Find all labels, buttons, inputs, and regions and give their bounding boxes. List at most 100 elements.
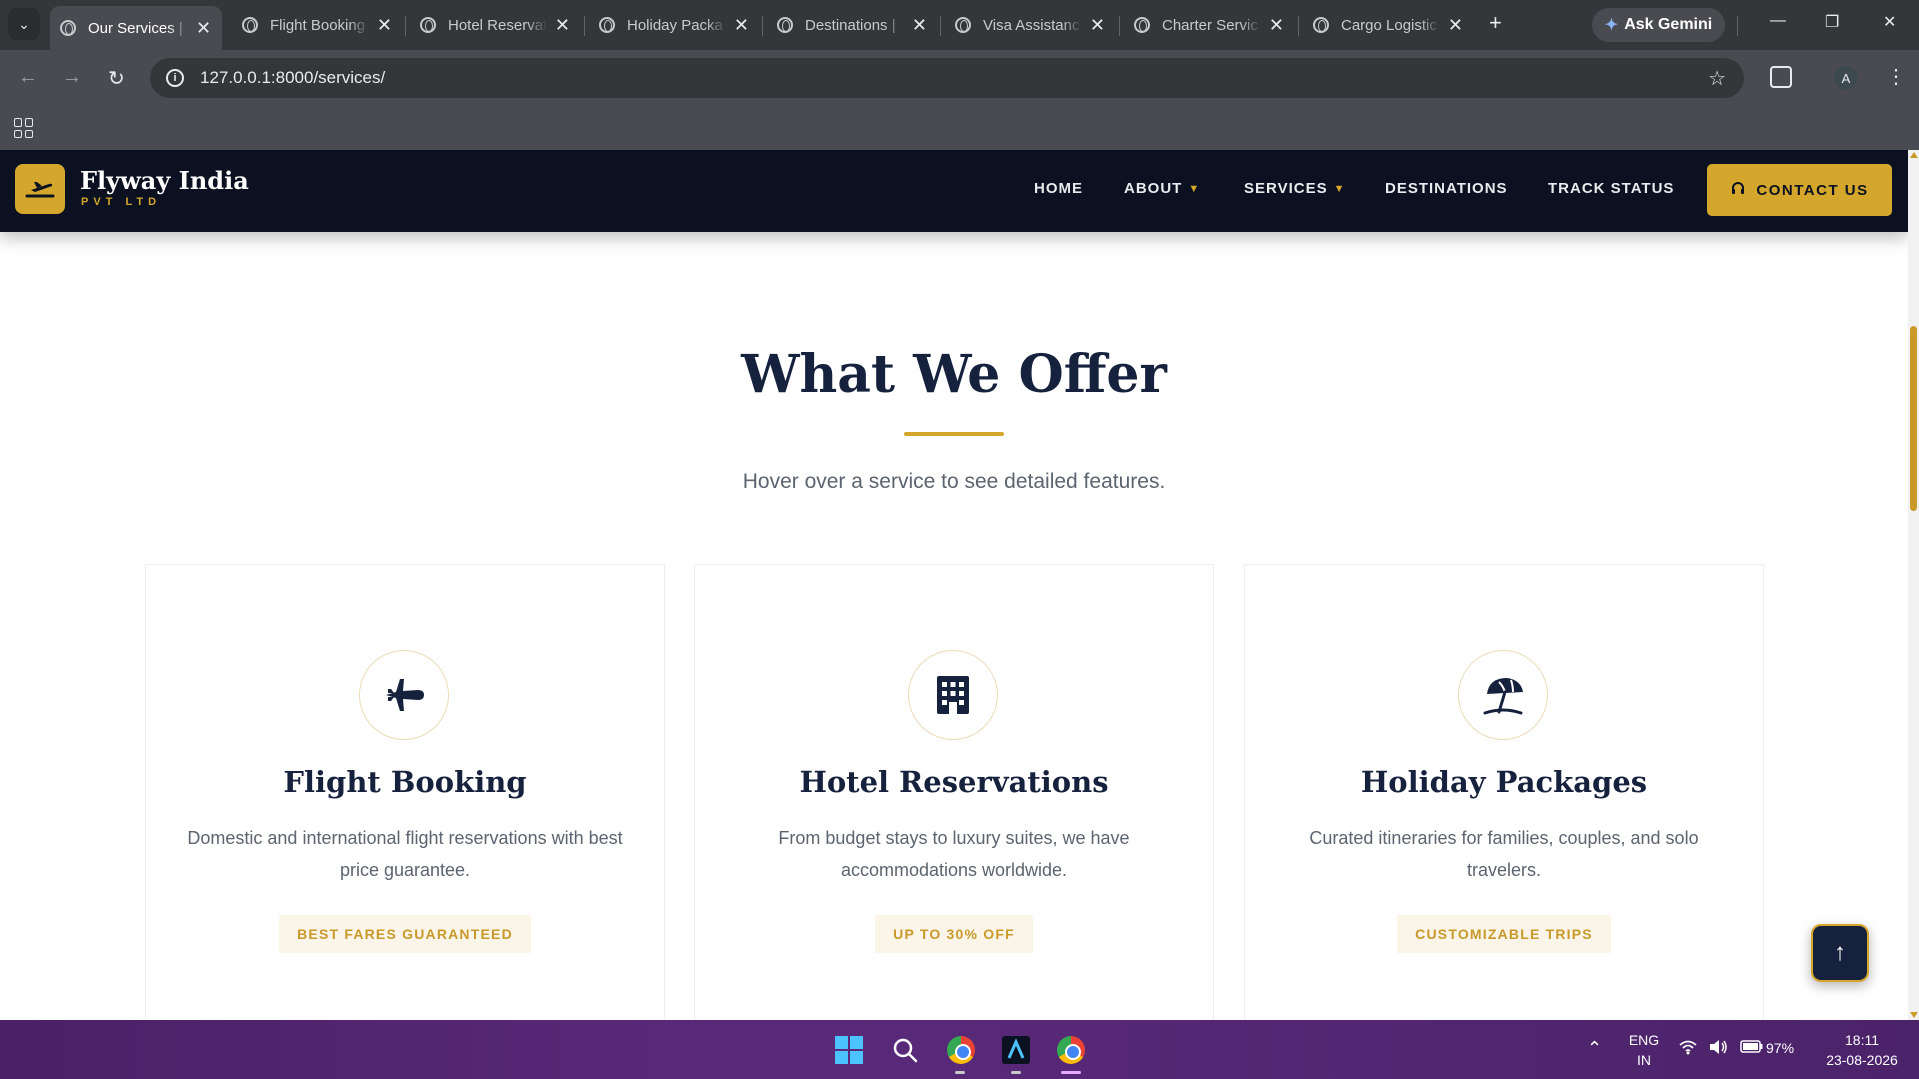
hotel-building-icon: [908, 650, 998, 740]
nav-home-label: HOME: [1034, 180, 1083, 197]
extensions-puzzle-icon[interactable]: [1770, 66, 1792, 88]
back-arrow-icon[interactable]: ←: [18, 66, 38, 89]
taskbar: ⌃ ENG IN 97% 18:11 23-08-2026: [0, 1020, 1919, 1079]
tab-flight-booking[interactable]: Flight Booking ✕: [232, 8, 402, 42]
plane-logo-icon[interactable]: [15, 164, 65, 214]
site-header: Flyway India PVT LTD HOME ABOUT ▼ SERVICE…: [0, 150, 1908, 232]
chrome-icon[interactable]: [1055, 1034, 1087, 1066]
tab-visa-assistance[interactable]: Visa Assistanc ✕: [945, 8, 1115, 42]
service-card-hotel[interactable]: Hotel Reservations From budget stays to …: [694, 564, 1214, 1020]
nav-services[interactable]: SERVICES ▼: [1244, 180, 1345, 197]
tab-title: Charter Servic: [1162, 16, 1258, 34]
address-bar[interactable]: i 127.0.0.1:8000/services/ ☆: [150, 58, 1744, 98]
search-icon[interactable]: [889, 1034, 921, 1066]
battery-icon[interactable]: [1740, 1038, 1764, 1057]
chevron-up-icon[interactable]: ⌃: [1587, 1038, 1602, 1059]
nav-track-status[interactable]: TRACK STATUS: [1548, 180, 1674, 197]
page-viewport: Flyway India PVT LTD HOME ABOUT ▼ SERVICE…: [0, 150, 1919, 1020]
tab-hotel-reservations[interactable]: Hotel Reservat ✕: [410, 8, 580, 42]
close-icon[interactable]: ✕: [196, 18, 211, 39]
close-icon[interactable]: ✕: [1269, 15, 1284, 36]
brand-name[interactable]: Flyway India: [80, 166, 249, 195]
globe-icon: [1313, 17, 1329, 33]
contact-us-button[interactable]: CONTACT US: [1707, 164, 1892, 216]
toolbar-divider: [1737, 16, 1738, 36]
window-close-icon[interactable]: ✕: [1883, 12, 1896, 32]
running-indicator: [955, 1071, 965, 1074]
tab-divider: [940, 16, 941, 36]
globe-icon: [60, 20, 76, 36]
tab-search-button[interactable]: ⌄: [8, 8, 40, 40]
chrome-profile-icon[interactable]: [945, 1034, 977, 1066]
tab-destinations[interactable]: Destinations | ✕: [767, 8, 937, 42]
tab-title: Holiday Packa: [627, 16, 723, 34]
arrow-up-icon: ↑: [1834, 939, 1846, 966]
close-icon[interactable]: ✕: [734, 15, 749, 36]
tab-title: Our Services |: [88, 19, 183, 37]
tab-holiday-packages[interactable]: Holiday Packa ✕: [589, 8, 759, 42]
profile-avatar[interactable]: A: [1834, 66, 1858, 90]
bookmark-star-icon[interactable]: ☆: [1708, 66, 1726, 91]
scroll-to-top-button[interactable]: ↑: [1811, 924, 1869, 982]
chevron-down-icon: ⌄: [18, 15, 30, 32]
windows-start-icon[interactable]: [833, 1034, 865, 1066]
card-description: From budget stays to luxury suites, we h…: [778, 828, 1130, 880]
tab-charter-services[interactable]: Charter Servic ✕: [1124, 8, 1294, 42]
card-description: Domestic and international flight reserv…: [187, 828, 623, 880]
scroll-up-arrow-icon[interactable]: [1910, 152, 1918, 158]
card-title: Holiday Packages: [1360, 765, 1648, 799]
gemini-sparkle-icon: ✦: [1604, 17, 1619, 34]
nav-destinations-label: DESTINATIONS: [1385, 180, 1508, 197]
globe-icon: [777, 17, 793, 33]
minimize-icon[interactable]: —: [1770, 12, 1786, 30]
tab-title: Visa Assistanc: [983, 16, 1080, 34]
scroll-down-arrow-icon[interactable]: [1910, 1012, 1918, 1018]
headset-icon: [1730, 180, 1746, 200]
new-tab-button[interactable]: +: [1489, 10, 1502, 36]
apps-grid-icon[interactable]: [14, 118, 34, 138]
close-icon[interactable]: ✕: [1090, 15, 1105, 36]
card-badge: UP TO 30% OFF: [875, 915, 1033, 953]
nav-destinations[interactable]: DESTINATIONS: [1385, 180, 1508, 197]
tab-title: Hotel Reservat: [448, 16, 547, 34]
close-icon[interactable]: ✕: [555, 15, 570, 36]
tab-our-services[interactable]: Our Services | ✕: [50, 6, 222, 50]
forward-arrow-icon[interactable]: →: [62, 66, 82, 89]
close-icon[interactable]: ✕: [377, 15, 392, 36]
reload-icon[interactable]: ↻: [108, 66, 125, 91]
url-text[interactable]: 127.0.0.1:8000/services/: [200, 68, 385, 88]
close-icon[interactable]: ✕: [912, 15, 927, 36]
tab-divider: [762, 16, 763, 36]
tab-strip: ⌄ Our Services | ✕ Flight Booking ✕ Hote…: [0, 0, 1919, 50]
restore-icon[interactable]: ❐: [1825, 12, 1839, 32]
globe-icon: [599, 17, 615, 33]
browser-toolbar: ← → ↻ i 127.0.0.1:8000/services/ ☆: [0, 50, 1919, 106]
contact-us-label: CONTACT US: [1756, 181, 1869, 199]
scrollbar-thumb[interactable]: [1910, 326, 1917, 511]
language-indicator[interactable]: ENG IN: [1628, 1030, 1660, 1070]
tab-cargo-logistics[interactable]: Cargo Logistic ✕: [1303, 8, 1473, 42]
wifi-icon[interactable]: [1678, 1039, 1698, 1058]
nav-about[interactable]: ABOUT ▼: [1124, 180, 1200, 197]
profile-initial: A: [1841, 70, 1851, 86]
tab-title: Cargo Logistic: [1341, 16, 1437, 34]
title-underline: [904, 432, 1004, 436]
globe-icon: [1134, 17, 1150, 33]
ask-gemini-button[interactable]: ✦ Ask Gemini: [1592, 8, 1725, 42]
site-info-icon[interactable]: i: [166, 69, 184, 87]
page-scrollbar[interactable]: [1908, 150, 1919, 1020]
service-card-holiday[interactable]: Holiday Packages Curated itineraries for…: [1244, 564, 1764, 1020]
service-card-flight[interactable]: Flight Booking Domestic and internationa…: [145, 564, 665, 1020]
app-a-icon[interactable]: [1000, 1034, 1032, 1066]
clock[interactable]: 18:11 23-08-2026: [1812, 1030, 1912, 1070]
language-code: ENG: [1628, 1032, 1660, 1048]
card-description: Curated itineraries for families, couple…: [1309, 828, 1699, 880]
more-menu-icon[interactable]: ⋮: [1886, 64, 1906, 89]
airplane-icon: [359, 650, 449, 740]
tab-title: Destinations |: [805, 16, 896, 34]
tab-divider: [584, 16, 585, 36]
nav-home[interactable]: HOME: [1034, 180, 1083, 197]
region-code: IN: [1637, 1052, 1651, 1068]
close-icon[interactable]: ✕: [1448, 15, 1463, 36]
volume-icon[interactable]: [1708, 1038, 1728, 1059]
